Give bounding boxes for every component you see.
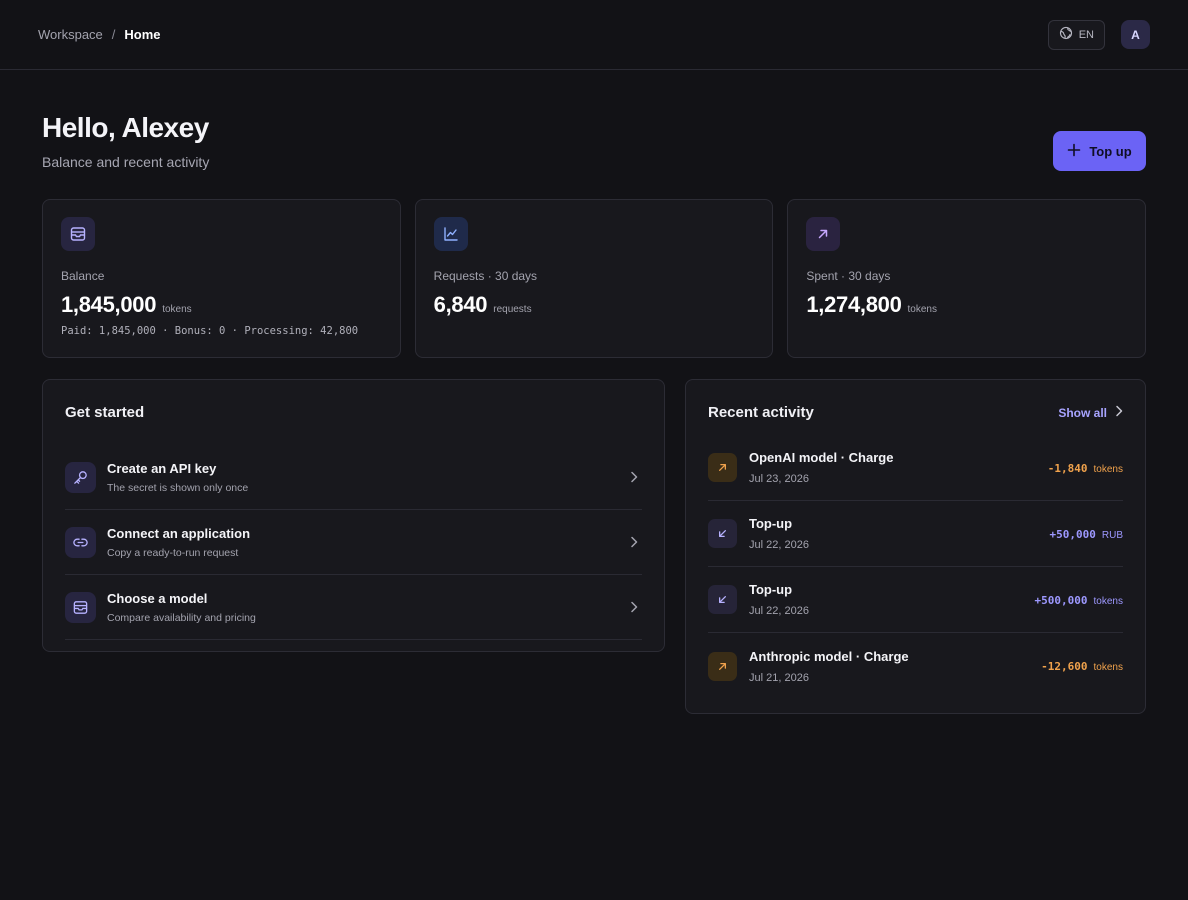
language-button[interactable]: EN (1047, 19, 1105, 50)
activity-item[interactable]: OpenAI model · Charge Jul 23, 2026 -1,84… (708, 435, 1123, 501)
activity-title: OpenAI model · Charge (749, 450, 894, 465)
stat-card-requests: Requests · 30 days 6,840 requests (414, 199, 774, 358)
recent-activity-panel: Recent activity Show all OpenAI model · … (685, 379, 1146, 714)
amount-unit: RUB (1101, 530, 1123, 541)
stat-value: 1,274,800 (806, 292, 902, 317)
plus-icon (1067, 143, 1081, 160)
stats-row: Balance 1,845,000 tokens Paid: 1,845,000… (42, 199, 1147, 358)
amount-unit: tokens (1093, 464, 1123, 475)
top-up-label: Top up (1089, 143, 1132, 159)
activity-text: OpenAI model · Charge Jul 23, 2026 (749, 450, 893, 485)
get-started-item-title: Create an API key (107, 460, 217, 476)
amount-value: +500,000 (1034, 594, 1088, 607)
get-started-text: Choose a model Compare availability and … (107, 591, 256, 624)
stat-unit: tokens (907, 304, 937, 315)
chevron-right-icon (630, 600, 638, 618)
breadcrumb: Workspace / Home (38, 27, 161, 42)
activity-amount: +500,000 tokens (1035, 594, 1123, 607)
amount-value: +50,000 (1049, 528, 1096, 541)
arrow-up-right-icon (806, 217, 841, 251)
link-icon (65, 526, 96, 558)
get-started-panel: Get started Create an API key The secret… (42, 379, 665, 652)
stat-value: 1,845,000 (61, 292, 157, 317)
activity-text: Top-up Jul 22, 2026 (749, 516, 809, 551)
activity-text: Top-up Jul 22, 2026 (749, 582, 809, 617)
stat-card-balance: Balance 1,845,000 tokens Paid: 1,845,000… (42, 199, 401, 358)
arrow-up-right-icon (708, 651, 737, 681)
activity-title: Top-up (749, 516, 793, 531)
stat-value-row: 6,840 requests (434, 292, 532, 318)
stat-unit: tokens (162, 304, 192, 315)
activity-date: Jul 22, 2026 (749, 605, 809, 617)
main-content: Hello, Alexey Balance and recent activit… (0, 70, 1188, 714)
get-started-item-desc: Copy a ready-to-run request (107, 546, 239, 559)
chevron-right-icon (630, 535, 638, 553)
arrow-down-left-icon (708, 585, 737, 614)
lower-section: Get started Create an API key The secret… (42, 379, 1146, 714)
get-started-item-choose-model[interactable]: Choose a model Compare availability and … (65, 575, 642, 640)
chart-line-icon (433, 217, 468, 251)
top-right-controls: EN A (1047, 19, 1150, 50)
page-title: Hello, Alexey (42, 112, 209, 143)
hero: Hello, Alexey Balance and recent activit… (42, 70, 1146, 199)
activity-amount: -12,600 tokens (1041, 660, 1123, 673)
activity-title: Anthropic model · Charge (749, 648, 909, 664)
recent-activity-header: Recent activity Show all (708, 404, 1123, 421)
activity-amount: -1,840 tokens (1048, 462, 1123, 475)
activity-title: Top-up (749, 582, 793, 597)
activity-item[interactable]: Top-up Jul 22, 2026 +500,000 tokens (708, 567, 1123, 633)
amount-value: -1,840 (1047, 462, 1088, 475)
top-bar: Workspace / Home EN A (0, 0, 1188, 70)
avatar[interactable]: A (1121, 20, 1150, 49)
amount-value: -12,600 (1041, 660, 1088, 673)
get-started-item-desc: Compare availability and pricing (107, 611, 256, 624)
activity-item[interactable]: Anthropic model · Charge Jul 21, 2026 -1… (708, 633, 1123, 699)
get-started-list: Create an API key The secret is shown on… (65, 445, 642, 640)
recent-activity-title: Recent activity (708, 404, 814, 421)
key-icon (65, 461, 96, 493)
stat-unit: requests (493, 304, 532, 315)
get-started-text: Connect an application Copy a ready-to-r… (107, 526, 250, 559)
box-icon (65, 591, 96, 623)
breadcrumb-separator: / (111, 27, 116, 42)
chevron-right-icon (1115, 405, 1123, 420)
stat-value-row: 1,274,800 tokens (806, 292, 937, 318)
activity-date: Jul 21, 2026 (749, 671, 809, 684)
activity-amount: +50,000 RUB (1050, 528, 1123, 541)
breadcrumb-workspace[interactable]: Workspace (38, 27, 103, 42)
page-subtitle: Balance and recent activity (42, 154, 210, 170)
language-label: EN (1078, 28, 1094, 41)
chevron-right-icon (630, 470, 638, 488)
stat-card-spent: Spent · 30 days 1,274,800 tokens (787, 199, 1147, 358)
stat-label: Balance (61, 269, 105, 283)
stat-label: Spent · 30 days (806, 269, 891, 283)
get-started-text: Create an API key The secret is shown on… (107, 461, 248, 494)
get-started-title: Get started (65, 404, 145, 421)
globe-icon (1059, 26, 1073, 43)
top-up-button[interactable]: Top up (1053, 131, 1146, 171)
activity-text: Anthropic model · Charge Jul 21, 2026 (749, 649, 909, 684)
activity-date: Jul 22, 2026 (749, 539, 809, 551)
amount-unit: tokens (1093, 662, 1123, 673)
activity-item[interactable]: Top-up Jul 22, 2026 +50,000 RUB (708, 501, 1123, 567)
show-all-label: Show all (1058, 405, 1107, 420)
arrow-up-right-icon (708, 453, 737, 482)
breadcrumb-current: Home (124, 27, 161, 42)
amount-unit: tokens (1093, 596, 1123, 607)
arrow-down-left-icon (708, 519, 737, 548)
show-all-link[interactable]: Show all (1058, 405, 1123, 420)
get-started-item-api-key[interactable]: Create an API key The secret is shown on… (65, 445, 642, 510)
wallet-icon (61, 217, 95, 251)
get-started-item-connect-app[interactable]: Connect an application Copy a ready-to-r… (65, 510, 642, 575)
activity-date: Jul 23, 2026 (749, 473, 809, 485)
get-started-item-title: Choose a model (107, 590, 208, 606)
stat-label: Requests · 30 days (433, 269, 538, 283)
get-started-item-title: Connect an application (107, 525, 251, 541)
stat-value-row: 1,845,000 tokens (61, 292, 192, 318)
balance-breakdown: Paid: 1,845,000 · Bonus: 0 · Processing:… (61, 325, 359, 337)
stat-value: 6,840 (433, 292, 488, 317)
get-started-item-desc: The secret is shown only once (107, 481, 249, 494)
activity-list: OpenAI model · Charge Jul 23, 2026 -1,84… (708, 435, 1123, 699)
